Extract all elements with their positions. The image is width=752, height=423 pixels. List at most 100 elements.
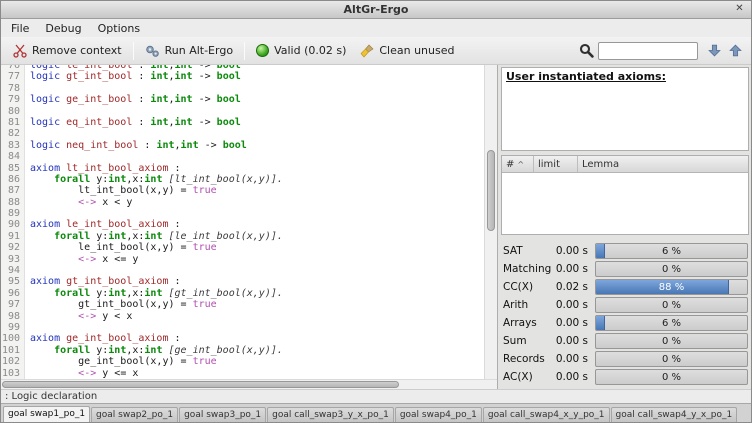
line-number: 84 (1, 151, 25, 162)
status-bar-text: : Logic declaration (5, 391, 97, 402)
code-text: forall y:int,x:int [le_int_bool(x,y)]. (25, 231, 283, 242)
line-number: 98 (1, 311, 25, 322)
code-text: forall y:int,x:int [lt_int_bool(x,y)]. (25, 174, 283, 185)
code-line: 80 (1, 106, 484, 117)
goal-tab[interactable]: goal swap1_po_1 (3, 406, 90, 422)
code-line: 91 forall y:int,x:int [le_int_bool(x,y)]… (1, 231, 484, 242)
line-number: 90 (1, 219, 25, 230)
line-number: 99 (1, 322, 25, 333)
clean-unused-button[interactable]: Clean unused (353, 41, 461, 61)
stat-time: 0.00 s (553, 263, 595, 275)
search-input[interactable] (598, 42, 698, 60)
close-button[interactable]: ✕ (732, 3, 747, 16)
stat-row: Matching0.00 s0 % (503, 260, 748, 277)
lemma-table-body[interactable] (502, 173, 748, 234)
stat-row: Sum0.00 s0 % (503, 332, 748, 349)
code-text (25, 265, 30, 276)
line-number: 80 (1, 106, 25, 117)
goal-tab[interactable]: goal swap4_po_1 (395, 407, 482, 422)
column-header-lemma[interactable]: Lemma (578, 156, 748, 172)
goal-tab[interactable]: goal call_swap4_y_x_po_1 (611, 407, 738, 422)
menu-options[interactable]: Options (90, 21, 148, 36)
vertical-scrollbar[interactable] (484, 65, 497, 379)
code-line: 77logic gt_int_bool : int,int -> bool (1, 71, 484, 82)
line-number: 91 (1, 231, 25, 242)
code-line: 83logic neq_int_bool : int,int -> bool (1, 140, 484, 151)
code-view[interactable]: 76logic le_int_bool : int,int -> bool77l… (1, 65, 484, 379)
clean-unused-label: Clean unused (379, 44, 454, 57)
code-text (25, 208, 30, 219)
code-text: forall y:int,x:int [ge_int_bool(x,y)]. (25, 345, 283, 356)
horizontal-scrollbar-thumb[interactable] (2, 381, 399, 388)
code-text (25, 106, 30, 117)
down-arrow-icon (708, 44, 721, 57)
menu-file[interactable]: File (3, 21, 37, 36)
stat-label: AC(X) (503, 371, 553, 383)
remove-context-button[interactable]: Remove context (6, 41, 129, 61)
code-text: axiom ge_int_bool_axiom : (25, 333, 181, 344)
line-number: 81 (1, 117, 25, 128)
progress-label: 0 % (596, 370, 747, 384)
progress-label: 88 % (596, 280, 747, 294)
line-number: 94 (1, 265, 25, 276)
stat-label: CC(X) (503, 281, 553, 293)
remove-context-label: Remove context (32, 44, 122, 57)
jump-down-button[interactable] (704, 41, 725, 60)
progress-bar: 0 % (595, 333, 748, 349)
code-text: forall y:int,x:int [gt_int_bool(x,y)]. (25, 288, 283, 299)
code-line: 84 (1, 151, 484, 162)
code-line: 93 <-> x <= y (1, 254, 484, 265)
code-text: <-> y <= x (25, 368, 138, 379)
jump-up-button[interactable] (725, 41, 746, 60)
progress-bar: 0 % (595, 351, 748, 367)
stat-row: Records0.00 s0 % (503, 350, 748, 367)
code-line: 88 <-> x < y (1, 197, 484, 208)
goal-tab[interactable]: goal swap3_po_1 (179, 407, 266, 422)
stat-label: Arrays (503, 317, 553, 329)
goal-tab[interactable]: goal swap2_po_1 (91, 407, 178, 422)
progress-label: 6 % (596, 244, 747, 258)
vertical-scrollbar-thumb[interactable] (487, 150, 495, 232)
stat-label: SAT (503, 245, 553, 257)
run-gears-icon (145, 44, 160, 58)
code-lines: 76logic le_int_bool : int,int -> bool77l… (1, 65, 484, 379)
search-icon (579, 43, 594, 58)
line-number: 86 (1, 174, 25, 185)
stat-time: 0.00 s (553, 299, 595, 311)
code-line: 87 lt_int_bool(x,y) = true (1, 185, 484, 196)
run-alt-ergo-button[interactable]: Run Alt-Ergo (138, 41, 240, 61)
column-header-limit[interactable]: limit (534, 156, 578, 172)
horizontal-scrollbar[interactable] (1, 379, 497, 389)
editor-area: 76logic le_int_bool : int,int -> bool77l… (1, 65, 497, 379)
stat-time: 0.02 s (553, 281, 595, 293)
code-text: gt_int_bool(x,y) = true (25, 299, 217, 310)
valid-status-label: Valid (0.02 s) (274, 44, 346, 57)
goal-tab[interactable]: goal call_swap3_y_x_po_1 (267, 407, 394, 422)
valid-status-indicator[interactable]: Valid (0.02 s) (249, 41, 353, 60)
valid-green-light-icon (256, 44, 269, 57)
column-header-number[interactable]: # ^ (502, 156, 534, 172)
code-text: le_int_bool(x,y) = true (25, 242, 217, 253)
progress-bar: 6 % (595, 315, 748, 331)
line-number: 82 (1, 128, 25, 139)
code-line: 92 le_int_bool(x,y) = true (1, 242, 484, 253)
stat-label: Matching (503, 263, 553, 275)
menu-debug[interactable]: Debug (37, 21, 89, 36)
code-text: axiom lt_int_bool_axiom : (25, 163, 181, 174)
line-number: 96 (1, 288, 25, 299)
goal-tab[interactable]: goal call_swap4_x_y_po_1 (483, 407, 610, 422)
editor-column: 76logic le_int_bool : int,int -> bool77l… (1, 65, 498, 389)
line-number: 87 (1, 185, 25, 196)
line-number: 103 (1, 368, 25, 379)
code-line: 96 forall y:int,x:int [gt_int_bool(x,y)]… (1, 288, 484, 299)
code-text (25, 322, 30, 333)
line-number: 92 (1, 242, 25, 253)
code-line: 79logic ge_int_bool : int,int -> bool (1, 94, 484, 105)
progress-bar: 6 % (595, 243, 748, 259)
instantiated-axioms-header: User instantiated axioms: (506, 70, 666, 83)
code-line: 103 <-> y <= x (1, 368, 484, 379)
code-line: 85axiom lt_int_bool_axiom : (1, 163, 484, 174)
code-line: 94 (1, 265, 484, 276)
code-line: 81logic eq_int_bool : int,int -> bool (1, 117, 484, 128)
goal-tabs: goal swap1_po_1goal swap2_po_1goal swap3… (1, 403, 751, 422)
